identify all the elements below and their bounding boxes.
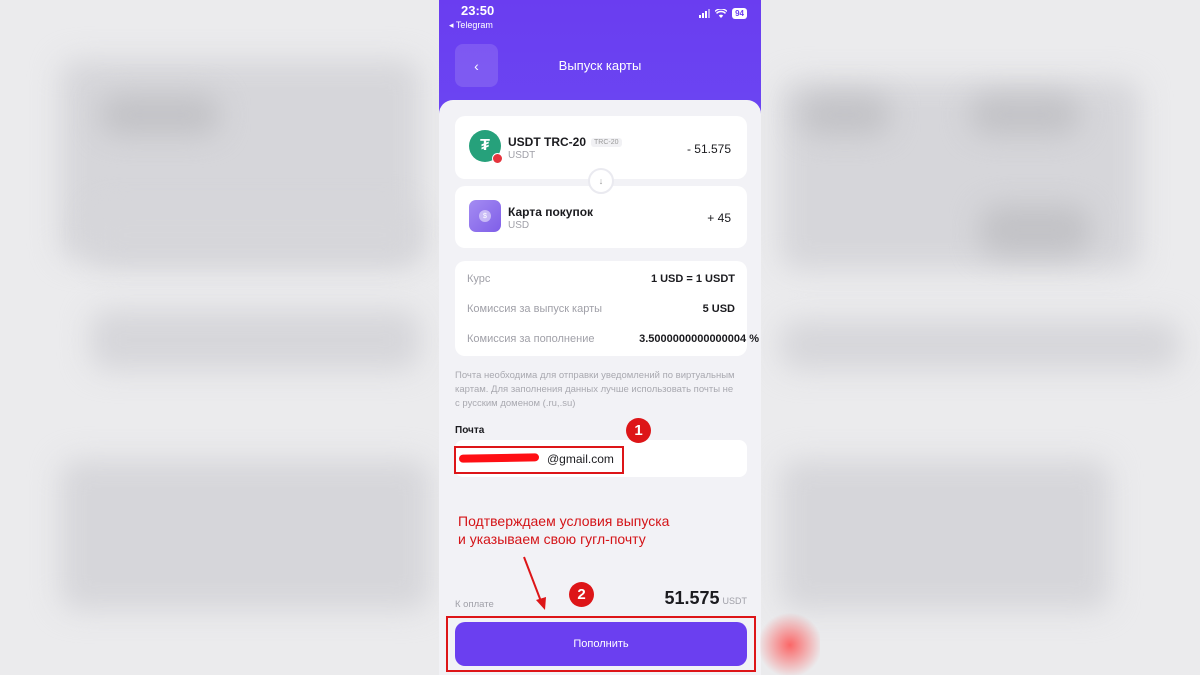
annotation-step-2: 2 bbox=[569, 582, 594, 607]
annotation-arrow bbox=[523, 556, 546, 610]
arrow-down-icon: ↓ bbox=[588, 168, 614, 194]
